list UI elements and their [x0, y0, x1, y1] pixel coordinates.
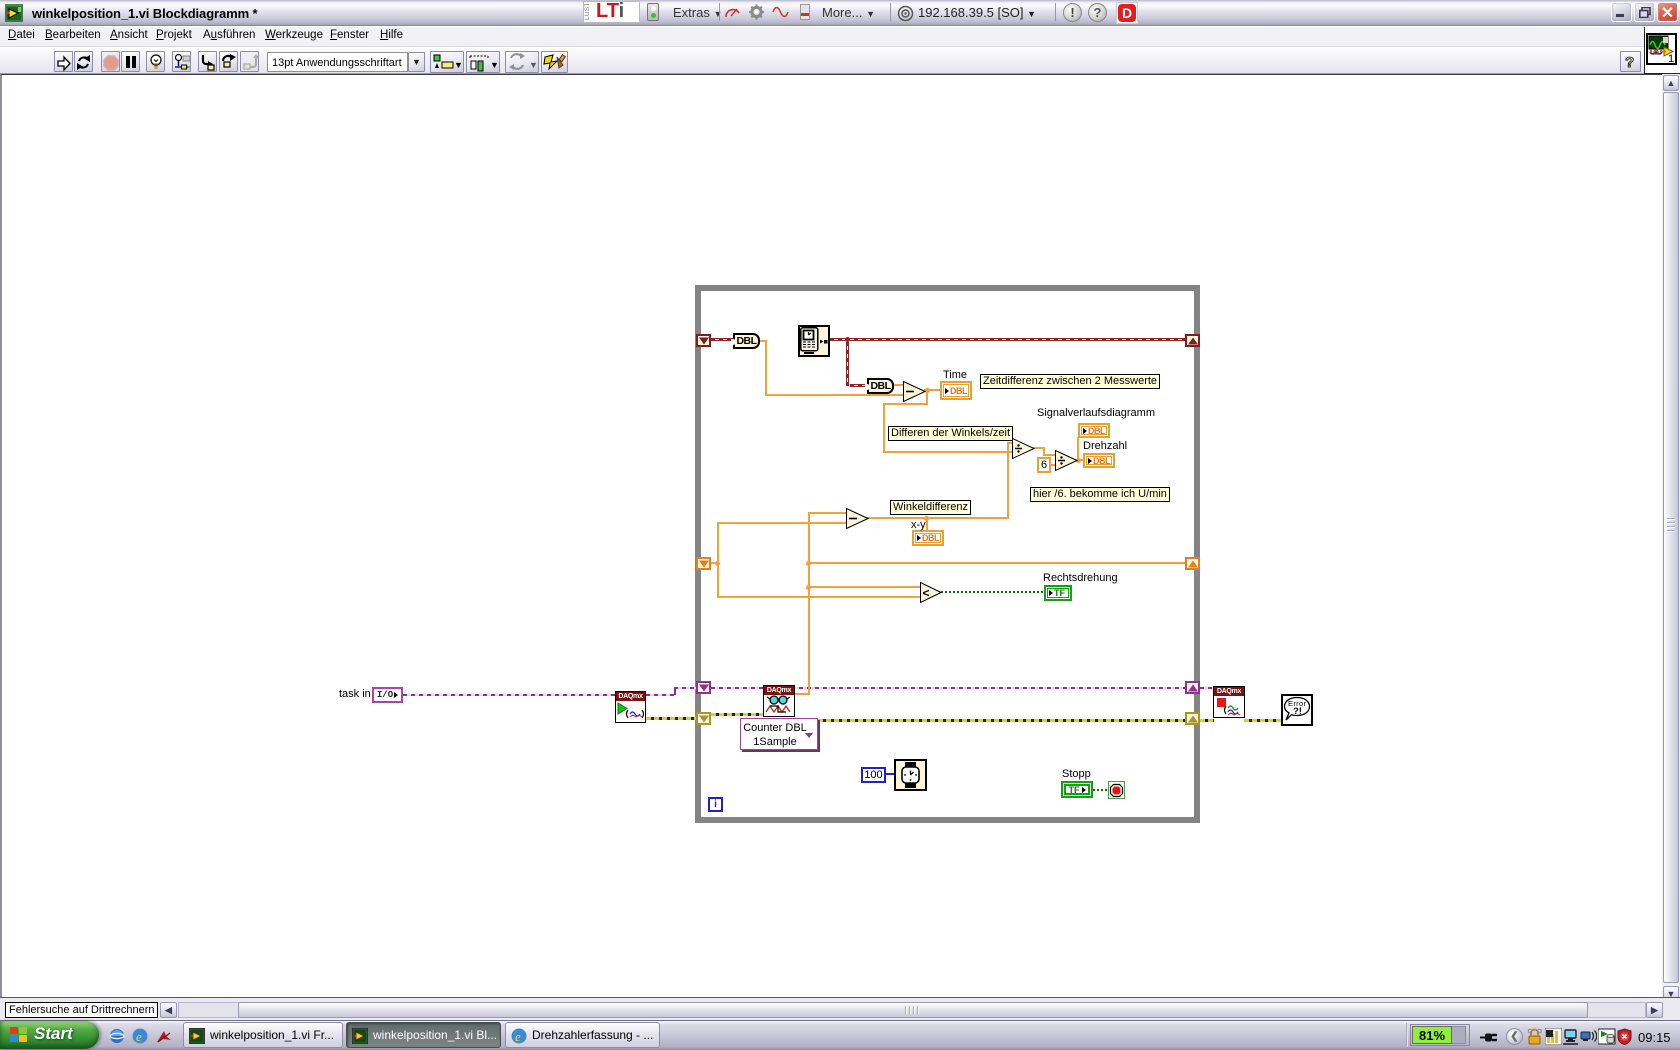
svg-text:▼: ▼	[490, 60, 498, 70]
svg-text:1: 1	[1668, 53, 1674, 63]
svg-text:e: e	[136, 1029, 142, 1044]
svg-text:▼: ▼	[529, 60, 537, 70]
svg-text:e: e	[515, 1029, 521, 1044]
svg-text:?: ?	[1625, 54, 1634, 70]
svg-text:▼: ▼	[454, 60, 462, 70]
svg-text:?!: ?!	[1293, 706, 1302, 717]
svg-text:<: <	[923, 586, 930, 600]
